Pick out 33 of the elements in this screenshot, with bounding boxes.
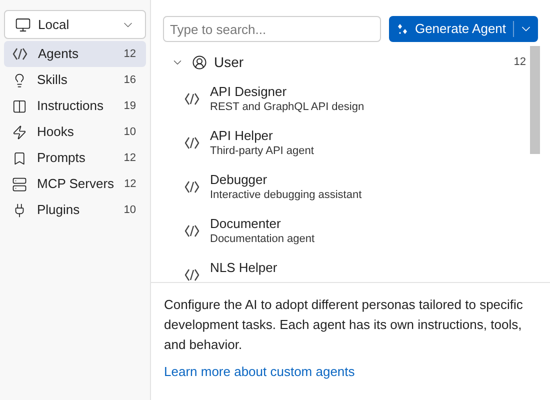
description-text: Configure the AI to adopt different personas tailored to specific development tasks. Each agent has its own instructions, tools, and behavior. bbox=[164, 296, 524, 354]
bookmark-icon bbox=[12, 150, 27, 166]
user-icon bbox=[192, 54, 207, 70]
code-icon bbox=[184, 179, 200, 195]
code-icon bbox=[184, 267, 200, 282]
sidebar-item[interactable]: Plugins 10 bbox=[4, 197, 146, 223]
group-count: 12 bbox=[514, 54, 526, 70]
server-icon bbox=[12, 176, 27, 192]
monitor-icon bbox=[15, 16, 31, 32]
bolt-icon bbox=[12, 124, 27, 140]
sidebar-item[interactable]: Instructions 19 bbox=[4, 93, 146, 119]
agent-item[interactable]: API Helper Third-party API agent bbox=[151, 122, 550, 166]
agent-item[interactable]: NLS Helper bbox=[151, 254, 550, 282]
sidebar-item[interactable]: Hooks 10 bbox=[4, 119, 146, 145]
sparkle-icon bbox=[396, 22, 409, 36]
agent-item[interactable]: API Designer REST and GraphQL API design bbox=[151, 78, 550, 122]
sidebar-item[interactable]: Agents 12 bbox=[4, 41, 146, 67]
sidebar-item[interactable]: Prompts 12 bbox=[4, 145, 146, 171]
source-dropdown[interactable]: Local bbox=[4, 10, 146, 39]
code-icon bbox=[184, 135, 200, 151]
sidebar-item[interactable]: Skills 16 bbox=[4, 67, 146, 93]
scrollbar[interactable] bbox=[530, 46, 540, 154]
group-label: User bbox=[214, 52, 244, 72]
agent-item[interactable]: Debugger Interactive debugging assistant bbox=[151, 166, 550, 210]
generate-agent-button[interactable]: Generate Agent bbox=[389, 16, 538, 42]
book-icon bbox=[12, 98, 27, 114]
agent-item[interactable]: Documenter Documentation agent bbox=[151, 210, 550, 254]
search-field[interactable]: Type to search... bbox=[163, 16, 381, 42]
code-icon bbox=[184, 223, 200, 239]
sidebar-item[interactable]: MCP Servers 12 bbox=[4, 171, 146, 197]
code-icon bbox=[184, 91, 200, 107]
code-icon bbox=[12, 46, 28, 62]
learn-more-link[interactable]: Learn more about custom agents bbox=[164, 362, 355, 382]
